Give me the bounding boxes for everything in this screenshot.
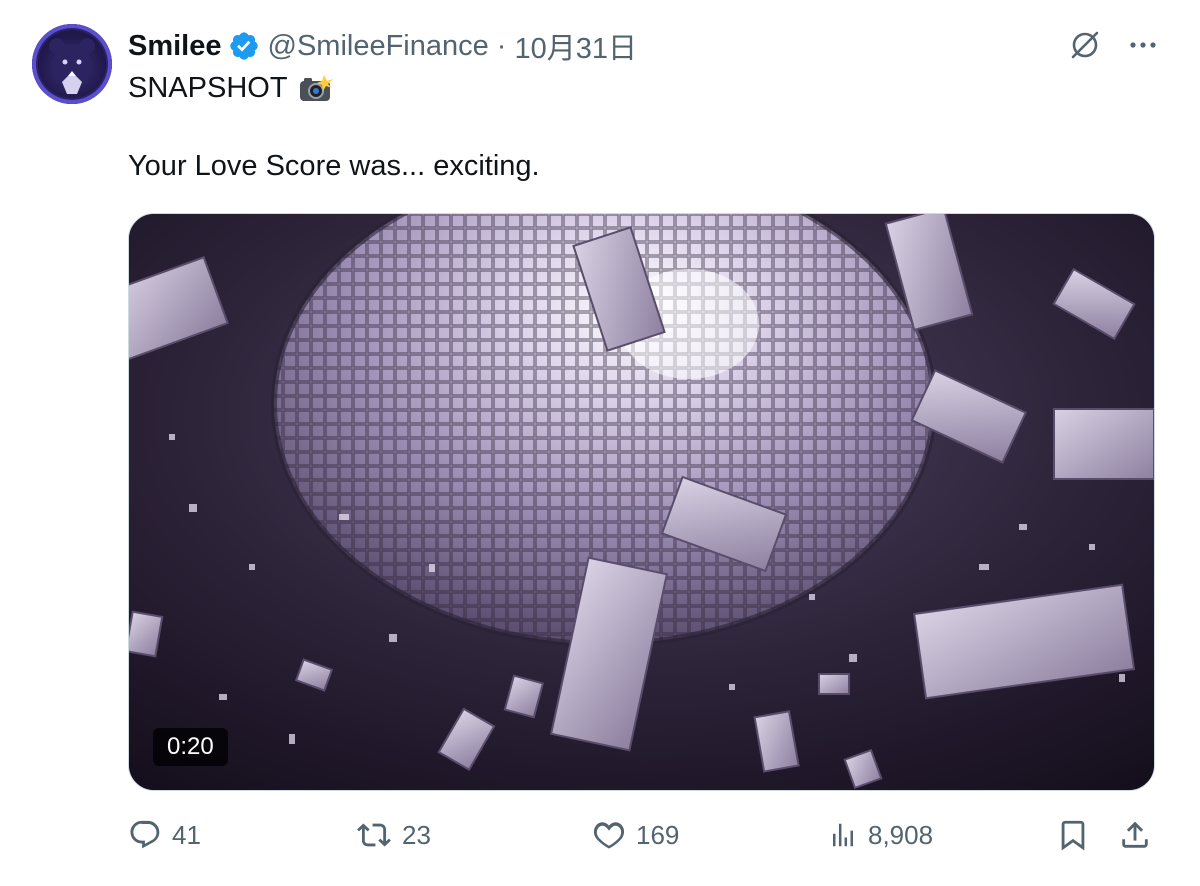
- tweet-snapshot-text: SNAPSHOT: [128, 72, 288, 104]
- bookmark-button[interactable]: [1056, 810, 1090, 860]
- tweet-text-line-2: Your Love Score was... exciting.: [128, 150, 540, 182]
- video-duration: 0:20: [153, 728, 228, 766]
- top-actions: [1068, 28, 1160, 62]
- retweet-icon: [357, 823, 391, 847]
- avatar[interactable]: [32, 24, 112, 104]
- reply-button[interactable]: 41: [128, 810, 201, 860]
- tweet-date[interactable]: 10月31日: [514, 25, 637, 67]
- grok-icon[interactable]: [1068, 28, 1102, 62]
- author-name[interactable]: Smilee: [128, 30, 222, 63]
- tweet-text-line-1: SNAPSHOT: [128, 72, 334, 105]
- retweet-count: 23: [402, 819, 431, 850]
- action-bar: 41 23 169 8,908: [128, 810, 1158, 860]
- tweet-video[interactable]: 0:20: [128, 213, 1155, 791]
- share-button[interactable]: [1118, 810, 1152, 860]
- retweet-button[interactable]: 23: [356, 810, 431, 860]
- author-handle[interactable]: @SmileeFinance: [268, 30, 489, 63]
- views-icon: [833, 823, 853, 847]
- reply-count: 41: [172, 819, 201, 850]
- tweet: Smilee @SmileeFinance · 10月31日 SNAPSHOT: [0, 0, 1200, 886]
- like-button[interactable]: 169: [592, 810, 679, 860]
- bear-logo-icon: [49, 38, 95, 94]
- reply-icon: [130, 820, 160, 849]
- views-button[interactable]: 8,908: [828, 810, 933, 860]
- like-count: 169: [636, 819, 680, 850]
- more-icon[interactable]: [1126, 28, 1160, 62]
- bookmark-icon: [1061, 820, 1085, 851]
- share-icon: [1122, 821, 1148, 848]
- like-icon: [593, 822, 625, 849]
- separator-dot: ·: [496, 29, 507, 62]
- camera-flash-emoji: [299, 74, 333, 101]
- verified-badge-icon: [229, 32, 258, 60]
- disco-ball-video-frame: [129, 214, 1154, 790]
- views-count: 8,908: [868, 819, 934, 850]
- tweet-header: Smilee @SmileeFinance · 10月31日: [128, 26, 637, 66]
